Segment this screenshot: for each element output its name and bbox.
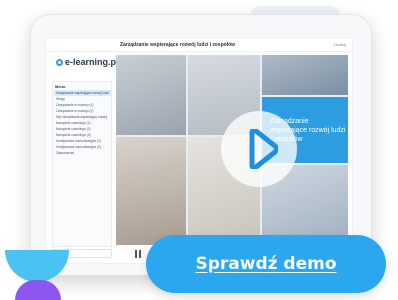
slide-content: Zarządzanie wspierające rozwój ludzi i z… [116,55,348,245]
logo-text: e-learning.pl [65,57,119,67]
play-icon [249,129,278,169]
menu-label: Menu [55,84,66,89]
course-sidebar: Menu Zarządzanie wspierające rozwój ludz… [52,81,112,247]
slide-photo [262,55,348,95]
demo-button-label: Sprawdź demo [195,254,337,274]
decorative-shape [5,250,69,282]
course-title: Zarządzanie wspierające rozwój ludzi i z… [120,42,236,48]
pause-icon[interactable] [135,250,142,258]
decorative-shape [15,280,61,300]
play-button[interactable] [221,111,297,187]
slide-photo [116,137,186,245]
menu-list: Zarządzanie wspierające rozwój ludzi Wst… [54,90,111,156]
logo-mark-icon [56,59,63,66]
close-link[interactable]: Zamknij [333,43,346,47]
slide-photo [116,55,186,135]
course-topbar: Zarządzanie wspierające rozwój ludzi i z… [46,38,352,52]
demo-button[interactable]: Sprawdź demo [146,235,386,293]
course-screen: Zarządzanie wspierające rozwój ludzi i z… [46,38,352,263]
menu-item[interactable]: Zakończenie [54,150,111,156]
